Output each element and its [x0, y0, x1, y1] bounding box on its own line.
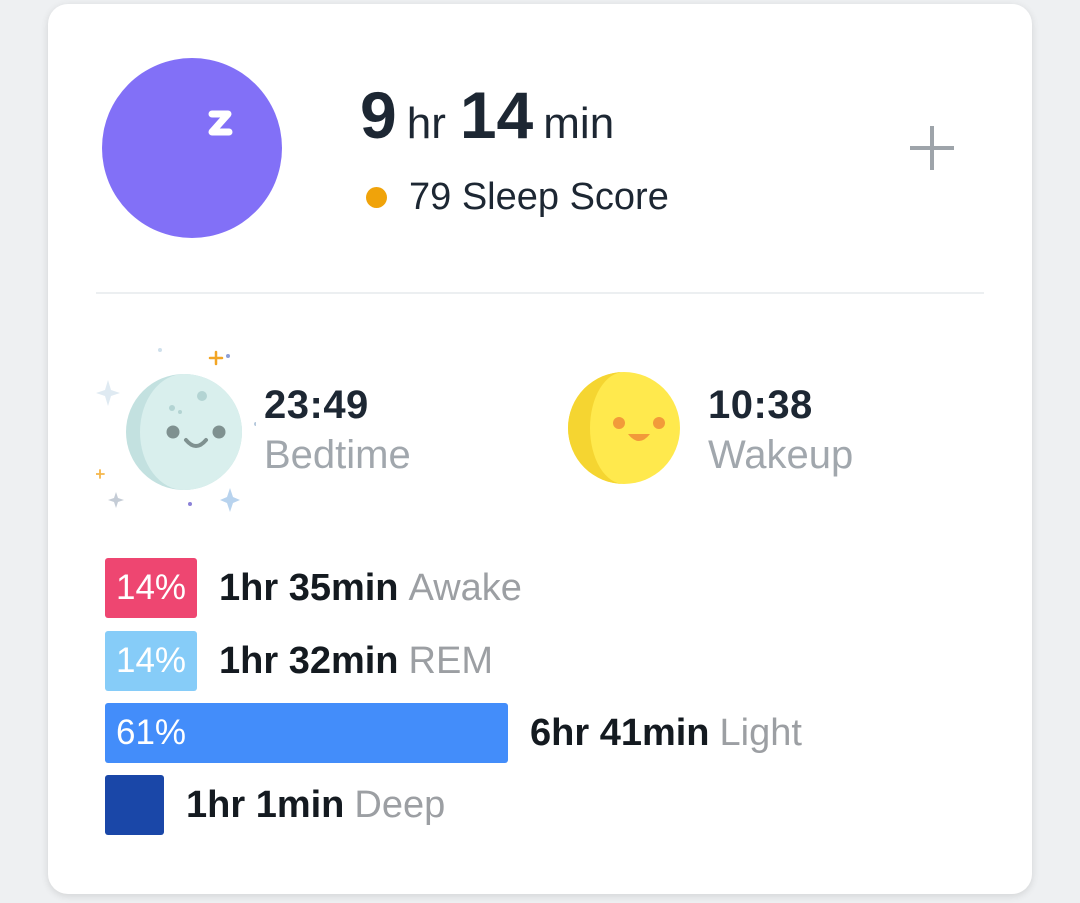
stage-name: Deep	[354, 783, 446, 826]
bedtime-block: 23:49 Bedtime	[264, 385, 411, 475]
duration-hours-unit: hr	[406, 99, 446, 148]
stage-percent: 14%	[116, 641, 187, 680]
stage-duration: 1hr 32min	[219, 639, 399, 682]
bedtime-label: Bedtime	[264, 433, 411, 477]
wakeup-block: 10:38 Wakeup	[708, 385, 853, 475]
stage-duration: 6hr 41min	[530, 711, 710, 754]
stage-name: Awake	[408, 566, 522, 609]
stage-bar-awake: 14%	[105, 558, 197, 618]
stage-name: Light	[719, 711, 802, 754]
stage-row-light[interactable]: 61% 6hr 41min Light	[105, 703, 802, 763]
stage-row-rem[interactable]: 14% 1hr 32min REM	[105, 631, 493, 691]
sleep-score: 79 Sleep Score	[366, 176, 669, 219]
add-button[interactable]	[910, 124, 958, 172]
sleepy-moon-icon	[96, 348, 256, 512]
wakeup-time: 10:38	[708, 383, 813, 427]
stage-bar-light: 61%	[105, 703, 508, 763]
bedtime-time: 23:49	[264, 383, 369, 427]
stage-percent: 61%	[116, 713, 187, 752]
smiling-sun-icon	[568, 372, 680, 484]
stage-name: REM	[408, 639, 493, 682]
sleep-score-text: 79 Sleep Score	[409, 176, 669, 218]
stage-bar-rem: 14%	[105, 631, 197, 691]
sleep-duration: 9 hr 14 min	[360, 82, 628, 148]
stage-bar-deep	[105, 775, 164, 835]
sleep-card[interactable]: 9hr14min 79 Sleep Score 23:49 Bedtime	[48, 4, 1032, 894]
moon-zzz-icon	[102, 58, 282, 238]
wakeup-label: Wakeup	[708, 433, 854, 477]
stage-row-awake[interactable]: 14% 1hr 35min Awake	[105, 558, 522, 618]
divider	[96, 292, 984, 294]
stage-percent: 14%	[116, 568, 187, 607]
stage-duration: 1hr 35min	[219, 566, 399, 609]
duration-minutes-unit: min	[543, 99, 615, 148]
sleep-score-dot	[366, 187, 387, 208]
duration-hours: 9	[360, 78, 397, 152]
stage-duration: 1hr 1min	[186, 783, 345, 826]
stage-row-deep[interactable]: 1hr 1min Deep	[105, 775, 445, 835]
duration-minutes: 14	[459, 78, 534, 152]
